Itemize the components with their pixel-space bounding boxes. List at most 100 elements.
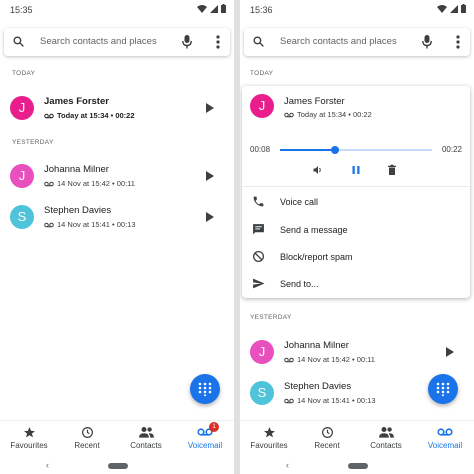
bottom-nav: Favourites Recent Contacts 1 Voicemail [0,420,234,454]
voicemail-row[interactable]: S Stephen Davies 14 Nov at 15:41 • 00:13 [0,199,234,237]
avatar: J [250,94,274,118]
signal-icon [210,4,218,13]
call-meta-text: 14 Nov at 15:41 • 00:13 [297,396,376,405]
voicemail-row[interactable]: J Johanna Milner 14 Nov at 15:42 • 00:11 [240,334,474,372]
section-yesterday: YESTERDAY [250,314,292,321]
avatar: J [250,340,274,364]
dialpad-icon [198,382,212,396]
action-label: Send a message [280,225,348,235]
dialpad-fab[interactable] [428,374,458,404]
avatar: S [10,205,34,229]
play-icon[interactable] [206,103,214,113]
home-pill[interactable] [108,463,128,469]
call-meta: 14 Nov at 15:42 • 00:11 [284,355,375,364]
call-meta-text: 14 Nov at 15:42 • 00:11 [297,355,375,364]
nav-favourites[interactable]: Favourites [0,425,58,450]
nav-favourites[interactable]: Favourites [240,425,298,450]
playback-duration: 00:22 [441,145,462,154]
search-placeholder: Search contacts and places [280,36,397,47]
back-icon[interactable]: ‹ [46,460,49,470]
seek-handle[interactable] [330,146,339,154]
search-icon [13,36,24,47]
avatar: J [10,96,34,120]
play-icon[interactable] [206,171,214,181]
seek-progress [280,149,335,151]
send-icon [253,278,265,289]
contact-name: Johanna Milner [44,164,109,175]
avatar: S [250,381,274,405]
back-icon[interactable]: ‹ [286,460,289,470]
search-bar[interactable]: Search contacts and places [244,28,470,56]
call-meta-text: 14 Nov at 15:42 • 00:11 [57,179,135,188]
more-vert-icon[interactable] [216,35,220,49]
phone-icon [253,196,264,207]
nav-recent[interactable]: Recent [58,425,116,450]
expanded-voicemail-card: J James Forster Today at 15:34 • 00:22 0… [242,86,470,298]
voicemail-icon [44,222,54,227]
action-block-spam[interactable]: Block/report spam [242,243,470,271]
action-voice-call[interactable]: Voice call [242,188,470,216]
call-meta-text: 14 Nov at 15:41 • 00:13 [57,220,136,229]
battery-icon [221,4,226,13]
nav-recent[interactable]: Recent [298,425,356,450]
speaker-icon[interactable] [312,164,324,176]
star-icon [263,426,275,437]
clock-icon [81,426,93,438]
mic-icon[interactable] [182,35,192,49]
signal-icon [450,4,458,13]
mic-icon[interactable] [422,35,432,49]
card-divider [242,186,470,187]
action-label: Voice call [280,197,319,207]
voicemail-icon [44,113,54,118]
contact-name: Stephen Davies [284,381,352,392]
nav-contacts[interactable]: Contacts [357,425,415,450]
contact-name: Johanna Milner [284,340,349,351]
call-meta: Today at 15:34 • 00:22 [44,111,135,120]
delete-icon[interactable] [386,164,398,176]
nav-contacts[interactable]: Contacts [117,425,175,450]
voicemail-icon [44,181,54,186]
star-icon [23,426,35,437]
nav-label: Contacts [130,441,162,450]
home-pill[interactable] [348,463,368,469]
status-bar: 15:35 [0,0,234,20]
message-icon [253,224,264,235]
nav-label: Voicemail [187,441,223,450]
play-icon[interactable] [446,347,454,357]
voicemail-screen-collapsed: 15:35 Search contacts and places TODAY J… [0,0,234,474]
play-icon[interactable] [206,212,214,222]
wifi-icon [437,4,447,13]
system-nav-bar: ‹ [0,458,234,474]
action-send-to[interactable]: Send to... [242,270,470,298]
search-placeholder: Search contacts and places [40,36,157,47]
nav-voicemail[interactable]: Voicemail [416,425,474,450]
more-vert-icon[interactable] [456,35,460,49]
voicemail-row[interactable]: J James Forster Today at 15:34 • 00:22 [0,90,234,128]
call-meta-text: Today at 15:34 • 00:22 [57,111,135,120]
battery-icon [461,4,466,13]
nav-label: Recent [314,441,340,450]
search-icon [253,36,264,47]
voicemail-row[interactable]: J Johanna Milner 14 Nov at 15:42 • 00:11 [0,158,234,196]
section-today: TODAY [12,70,36,77]
seek-bar[interactable] [280,146,432,154]
contact-name: James Forster [44,96,109,107]
nav-label: Favourites [10,441,48,450]
status-time: 15:36 [250,5,273,15]
voicemail-icon [284,112,294,117]
dialpad-fab[interactable] [190,374,220,404]
section-today: TODAY [250,70,274,77]
search-bar[interactable]: Search contacts and places [4,28,230,56]
voicemail-icon [284,357,294,362]
section-yesterday: YESTERDAY [12,139,54,146]
status-icons [437,4,466,13]
nav-label: Contacts [370,441,402,450]
call-meta: Today at 15:34 • 00:22 [284,110,372,119]
system-nav-bar: ‹ [240,458,474,474]
people-icon [378,427,394,438]
pause-icon[interactable] [350,164,362,176]
status-icons [197,4,226,13]
action-send-message[interactable]: Send a message [242,216,470,244]
voicemail-screen-expanded: 15:36 Search contacts and places TODAY J… [240,0,474,474]
nav-voicemail[interactable]: 1 Voicemail [176,422,234,450]
